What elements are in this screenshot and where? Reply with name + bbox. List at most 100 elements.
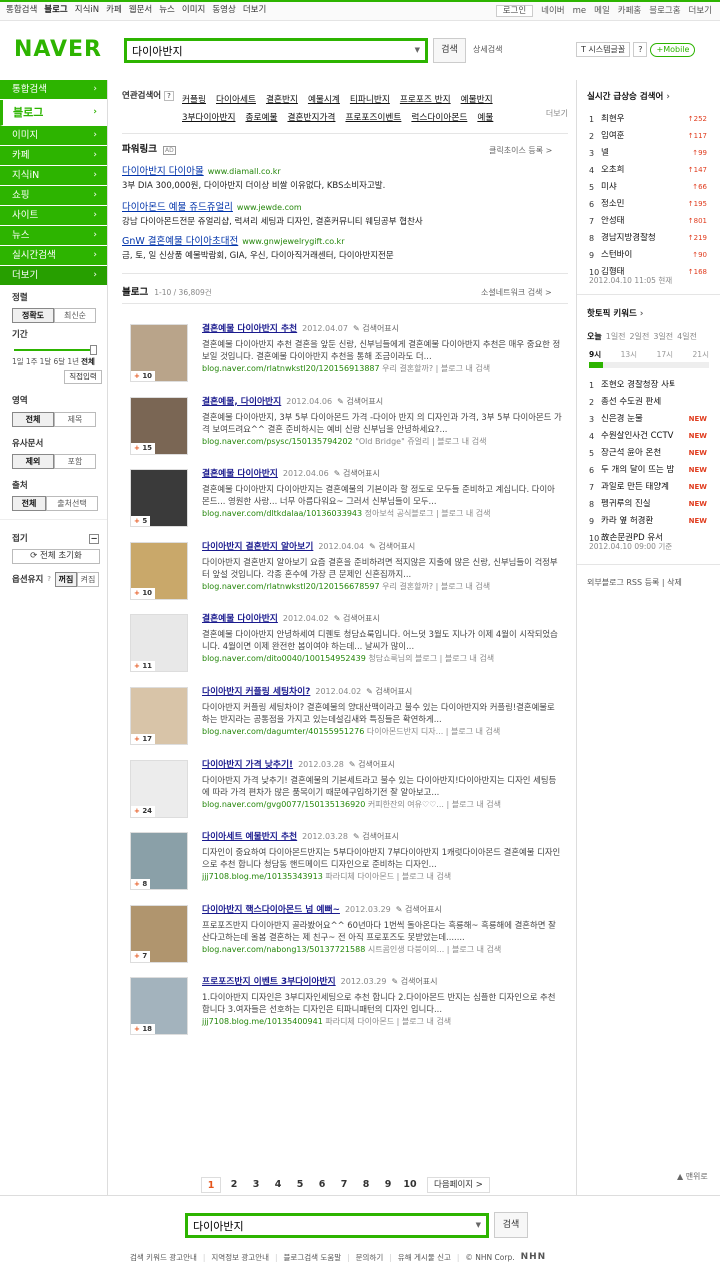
login-button[interactable]: 로그인	[495, 5, 534, 17]
page-link[interactable]: 1	[201, 1177, 221, 1194]
show-keyword-toggle[interactable]: ✎ 검색어표시	[391, 977, 437, 986]
related-word-link[interactable]: 티파니반지	[350, 91, 390, 109]
post-thumbnail[interactable]: + 5	[130, 469, 188, 528]
in-blog-search-link[interactable]: 블로그 내 검색	[437, 437, 486, 446]
rss-register-link[interactable]: 외부블로그 RSS 등록	[587, 578, 659, 587]
rank-item[interactable]: 5 장근석 윤아 온천 NEW	[589, 445, 707, 462]
related-more-button[interactable]: 더보기	[546, 109, 568, 119]
footer-search-button[interactable]: 검색	[494, 1212, 528, 1238]
top-nav-item[interactable]: 블로그	[44, 5, 67, 15]
rank-item[interactable]: 6 두 개의 달이 뜨는 밤 NEW	[589, 462, 707, 479]
show-keyword-toggle[interactable]: ✎ 검색어표시	[369, 542, 415, 551]
chevron-down-icon[interactable]: ▼	[415, 46, 420, 54]
top-nav-item[interactable]: 지식iN	[75, 5, 99, 15]
post-url-link[interactable]: blog.naver.com/dltkdalaa/10136033943	[202, 509, 362, 518]
rank-keyword-link[interactable]: 신은경 눈물	[601, 414, 683, 424]
sidebar-item[interactable]: 이미지 ›	[0, 126, 107, 146]
hottopic-tab[interactable]: 3일전	[653, 332, 673, 342]
rank-keyword-link[interactable]: 장근석 윤아 온천	[601, 448, 683, 458]
rank-keyword-link[interactable]: 펭귀루의 진실	[601, 499, 683, 509]
rank-keyword-link[interactable]: 카라 옆 허경환	[601, 516, 683, 526]
sidebar-item[interactable]: 블로그 ›	[0, 100, 107, 126]
top-link-more[interactable]: 더보기	[689, 6, 712, 16]
rank-item[interactable]: 9 카라 옆 허경환 NEW	[589, 513, 707, 530]
slider-handle[interactable]	[90, 345, 97, 356]
footer-link[interactable]: 검색 키워드 광고안내	[130, 1253, 197, 1262]
post-title-link[interactable]: 다이아반지 결혼반지 알아보기	[202, 542, 313, 552]
page-link[interactable]: 6	[311, 1179, 333, 1190]
post-title-link[interactable]: 다이아세트 예물반지 추천	[202, 832, 297, 842]
related-word-link[interactable]: 다이아세트	[216, 91, 256, 109]
top-link-blog[interactable]: 블로그홈	[649, 6, 680, 16]
show-keyword-toggle[interactable]: ✎ 검색어표시	[337, 397, 383, 406]
show-keyword-toggle[interactable]: ✎ 검색어표시	[334, 469, 380, 478]
post-url-link[interactable]: jjj7108.blog.me/10135400941	[202, 1017, 323, 1026]
direct-input-button[interactable]: 직접입력	[64, 370, 102, 385]
post-url-link[interactable]: blog.naver.com/psysc/150135794202	[202, 437, 353, 446]
post-url-link[interactable]: blog.naver.com/rlatnwkstl20/120156678597	[202, 582, 380, 591]
rank-item[interactable]: 3 신은경 눈물 NEW	[589, 411, 707, 428]
rank-keyword-link[interactable]: 수원살인사건 CCTV	[601, 431, 683, 441]
tick-label[interactable]: 1달	[40, 357, 52, 366]
related-word-link[interactable]: 예물반지	[461, 91, 493, 109]
sort-latest-button[interactable]: 최신순	[54, 308, 96, 324]
blog-name-link[interactable]: 시트콤인생 다붕이의...	[368, 945, 444, 954]
footer-link[interactable]: 유해 게시물 신고	[398, 1253, 451, 1262]
in-blog-search-link[interactable]: 블로그 내 검색	[402, 1017, 451, 1026]
time-label[interactable]: 21시	[693, 350, 709, 359]
font-select[interactable]: T 시스템글꼴	[576, 42, 631, 57]
timeline-slider[interactable]	[589, 362, 709, 368]
time-label[interactable]: 13시	[621, 350, 637, 359]
rank-keyword-link[interactable]: 두 개의 달이 뜨는 밤	[601, 465, 683, 475]
naver-logo[interactable]: NAVER	[14, 37, 102, 63]
rank-keyword-link[interactable]: 오초희	[601, 165, 675, 175]
hottopic-tab[interactable]: 오늘	[587, 332, 602, 342]
rank-item[interactable]: 8 펭귀루의 진실 NEW	[589, 496, 707, 513]
page-link[interactable]: 5	[289, 1179, 311, 1190]
related-word-link[interactable]: 예물시계	[308, 91, 340, 109]
rank-keyword-link[interactable]: 경남지방경찰청	[601, 233, 675, 243]
reset-button[interactable]: ⟳ 전체 초기화	[12, 549, 100, 565]
post-title-link[interactable]: 결혼예물, 다이아반지	[202, 397, 281, 407]
post-thumbnail[interactable]: + 8	[130, 832, 188, 891]
page-link[interactable]: 8	[355, 1179, 377, 1190]
footer-link[interactable]: 지역정보 광고안내	[211, 1253, 269, 1262]
post-thumbnail[interactable]: + 17	[130, 687, 188, 745]
related-word-link[interactable]: 결혼반지	[266, 91, 298, 109]
rank-item[interactable]: 2 총선 수도권 판세	[589, 394, 707, 411]
top-link-naver[interactable]: 네이버	[541, 6, 564, 16]
rank-item[interactable]: 5 미샤 ↑66	[589, 179, 707, 196]
footer-link[interactable]: 문의하기	[356, 1253, 384, 1262]
time-label[interactable]: 17시	[657, 350, 673, 359]
rank-item[interactable]: 2 임여훈 ↑117	[589, 128, 707, 145]
top-nav-item[interactable]: 동영상	[212, 5, 235, 15]
tick-label[interactable]: 1일	[12, 357, 24, 366]
in-blog-search-link[interactable]: 블로그 내 검색	[441, 509, 490, 518]
top-link-mail[interactable]: 메일	[594, 6, 610, 16]
ad-title[interactable]: GnW 결혼예물 다이아초대전	[122, 236, 238, 247]
page-link[interactable]: 2	[223, 1179, 245, 1190]
sidebar-item[interactable]: 뉴스 ›	[0, 226, 107, 246]
top-nav-item[interactable]: 웹문서	[129, 5, 152, 15]
tick-label[interactable]: 전체	[81, 357, 95, 366]
top-link-me[interactable]: me	[573, 6, 587, 16]
similar-exclude-button[interactable]: 제외	[12, 453, 54, 469]
blog-name-link[interactable]: 파라디체 다이아몬드	[325, 1017, 394, 1026]
tick-label[interactable]: 1년	[67, 357, 79, 366]
back-to-top-link[interactable]: ▲ 맨위로	[677, 1172, 708, 1182]
chevron-down-icon[interactable]: ▼	[476, 1221, 481, 1229]
related-word-link[interactable]: 예물	[477, 109, 493, 127]
top-nav-item[interactable]: 뉴스	[159, 5, 175, 15]
post-title-link[interactable]: 결혼예물 다이아반지 추천	[202, 324, 297, 334]
sidebar-item[interactable]: 더보기 ›	[0, 266, 107, 286]
search-button[interactable]: 검색	[433, 38, 466, 63]
sort-accuracy-button[interactable]: 정확도	[12, 308, 54, 324]
post-thumbnail[interactable]: + 24	[130, 759, 188, 818]
rank-keyword-link[interactable]: 안성태	[601, 216, 675, 226]
blog-name-link[interactable]: 다이아몬드반지 디자...	[367, 727, 443, 736]
ad-title[interactable]: 다이아몬드 예물 쥬드쥬얼리	[122, 202, 233, 213]
rank-keyword-link[interactable]: 과일로 만든 태양계	[601, 482, 683, 492]
clickchoice-register-link[interactable]: 클릭초이스 등록 >	[489, 146, 552, 156]
rank-item[interactable]: 1 최현우 ↑252	[589, 111, 707, 128]
related-word-link[interactable]: 프로포즈 반지	[400, 91, 451, 109]
